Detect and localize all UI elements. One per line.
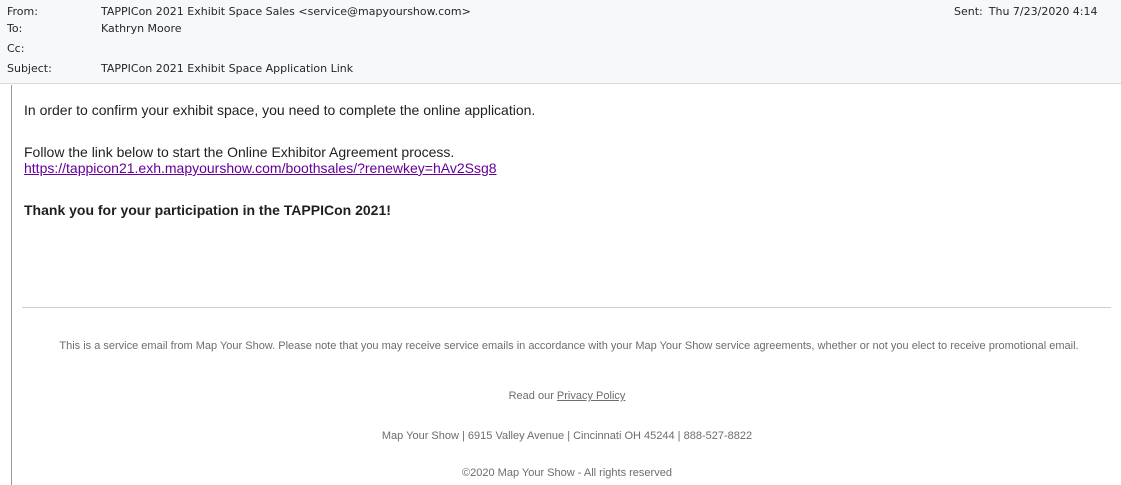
- booth-sales-link[interactable]: https://tappicon21.exh.mapyourshow.com/b…: [24, 160, 497, 176]
- subject-value: TAPPICon 2021 Exhibit Space Application …: [101, 62, 354, 75]
- privacy-policy-link[interactable]: Privacy Policy: [557, 390, 625, 402]
- email-header: From: TAPPICon 2021 Exhibit Space Sales …: [0, 0, 1121, 84]
- company-address: Map Your Show | 6915 Valley Avenue | Cin…: [381, 430, 753, 442]
- privacy-line: Read our Privacy Policy: [12, 389, 1121, 403]
- service-notice: This is a service email from Map Your Sh…: [59, 340, 1079, 352]
- subject-label: Subject:: [7, 62, 52, 75]
- footer-divider: [22, 307, 1111, 308]
- sent-label: Sent:: [954, 5, 983, 18]
- to-value[interactable]: Kathryn Moore: [101, 21, 182, 37]
- cc-label: Cc:: [7, 42, 25, 55]
- copyright-text: ©2020 Map Your Show - All rights reserve…: [462, 467, 672, 479]
- sent-value: Thu 7/23/2020 4:14: [988, 5, 1098, 18]
- from-label: From:: [7, 5, 38, 18]
- from-value[interactable]: TAPPICon 2021 Exhibit Space Sales <servi…: [101, 4, 471, 20]
- confirm-text: In order to confirm your exhibit space, …: [24, 102, 536, 118]
- follow-link-text: Follow the link below to start the Onlin…: [24, 144, 455, 160]
- thank-you-text: Thank you for your participation in the …: [24, 202, 391, 218]
- sent-info: Sent: Thu 7/23/2020 4:14: [954, 4, 1098, 20]
- read-our-text: Read our: [508, 390, 557, 402]
- to-label: To:: [7, 22, 23, 35]
- message-body: In order to confirm your exhibit space, …: [11, 85, 1121, 485]
